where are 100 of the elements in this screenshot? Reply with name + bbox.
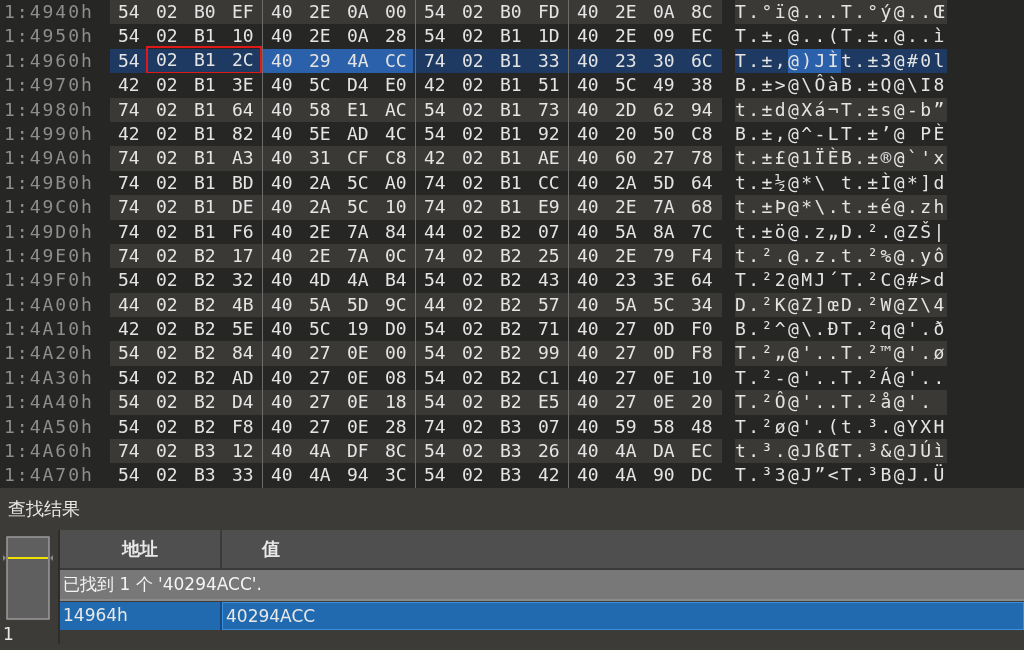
hex-byte[interactable]: 9C [377,292,413,318]
hex-byte[interactable]: 02 [148,0,186,25]
hex-byte[interactable]: 40 [569,121,607,147]
hex-byte[interactable]: 00 [377,0,413,25]
hex-byte[interactable]: B1 [492,24,530,49]
hex-byte[interactable]: EC [683,439,719,464]
hex-byte[interactable]: 42 [110,317,148,342]
hex-byte[interactable]: 79 [645,243,683,269]
hex-byte[interactable]: CF [339,146,377,171]
hex-byte[interactable]: B3 [492,414,530,440]
hex-byte[interactable]: AD [339,121,377,147]
hex-byte[interactable]: 27 [607,390,645,415]
hex-byte[interactable]: 8C [377,439,413,464]
hex-byte[interactable]: 5A [607,292,645,318]
hex-byte[interactable]: 40 [569,268,607,293]
hex-byte[interactable]: 02 [148,73,186,98]
hex-byte[interactable]: B1 [492,48,530,74]
hex-byte[interactable]: B2 [186,292,224,318]
hex-byte[interactable]: 74 [110,195,148,220]
hex-byte[interactable]: D4 [224,390,260,415]
hex-byte[interactable]: B2 [186,317,224,342]
hex-byte[interactable]: 54 [416,439,454,464]
hex-byte[interactable]: 07 [530,414,566,440]
hex-byte[interactable]: 32 [224,268,260,293]
hex-byte[interactable]: B2 [186,365,224,391]
hex-byte[interactable]: 0C [377,243,413,269]
hex-byte[interactable]: B2 [492,292,530,318]
hex-byte[interactable]: 0A [339,24,377,49]
hex-byte[interactable]: CC [377,48,413,74]
hex-byte[interactable]: 7A [339,243,377,269]
hex-byte[interactable]: 40 [263,317,301,342]
hex-byte[interactable]: 40 [569,341,607,366]
hex-byte[interactable]: 68 [683,195,719,220]
hex-byte[interactable]: 40 [569,219,607,244]
hex-byte[interactable]: 02 [454,195,492,220]
hex-byte[interactable]: EC [683,24,719,49]
hex-byte[interactable]: 42 [416,73,454,98]
hex-byte[interactable]: D0 [377,317,413,342]
hex-byte[interactable]: B2 [186,414,224,440]
hex-byte[interactable]: 0E [339,414,377,440]
hex-byte[interactable]: 5C [339,195,377,220]
hex-byte[interactable]: 02 [454,97,492,122]
hex-byte[interactable]: 2E [607,195,645,220]
hex-byte[interactable]: B2 [186,390,224,415]
hex-byte[interactable]: 33 [530,48,566,74]
hex-byte[interactable]: 02 [148,170,186,196]
hex-byte[interactable]: 0A [645,0,683,25]
hex-byte[interactable]: C1 [530,365,566,391]
hex-byte[interactable]: 84 [377,219,413,244]
hex-byte[interactable]: 4A [301,463,339,488]
hex-byte[interactable]: 42 [416,146,454,171]
hex-byte[interactable]: B2 [492,390,530,415]
hex-byte[interactable]: AE [530,146,566,171]
hex-byte[interactable]: B1 [492,121,530,147]
hex-byte[interactable]: 5E [301,121,339,147]
hex-byte[interactable]: 17 [224,243,260,269]
hex-byte[interactable]: 0D [645,317,683,342]
hex-byte[interactable]: 4A [339,48,377,74]
hex-byte[interactable]: 10 [683,365,719,391]
hex-byte[interactable]: 84 [224,341,260,366]
hex-byte[interactable]: F4 [683,243,719,269]
hex-byte[interactable]: 44 [416,219,454,244]
hex-byte[interactable]: 02 [454,0,492,25]
hex-byte[interactable]: 40 [569,0,607,25]
hex-byte[interactable]: 1D [530,24,566,49]
hex-byte[interactable]: 50 [645,121,683,147]
hex-byte[interactable]: 8C [683,0,719,25]
hex-byte[interactable]: DA [645,439,683,464]
overview-gauge[interactable] [3,536,53,620]
hex-byte[interactable]: F8 [683,341,719,366]
hex-byte[interactable]: 74 [416,48,454,74]
hex-byte[interactable]: 4A [339,268,377,293]
hex-byte[interactable]: 27 [301,365,339,391]
hex-byte[interactable]: 18 [377,390,413,415]
hex-byte[interactable]: 28 [377,414,413,440]
hex-byte[interactable]: B2 [492,268,530,293]
hex-byte[interactable]: 6C [683,48,719,74]
hex-byte[interactable]: 54 [416,97,454,122]
hex-byte[interactable]: 54 [110,24,148,49]
hex-byte[interactable]: B1 [186,24,224,49]
hex-byte[interactable]: 20 [683,390,719,415]
hex-byte[interactable]: 2E [301,219,339,244]
hex-byte[interactable]: 02 [454,317,492,342]
hex-byte[interactable]: 40 [263,268,301,293]
hex-byte[interactable]: 5D [645,170,683,196]
hex-byte[interactable]: 51 [530,73,566,98]
hex-byte[interactable]: 4A [301,439,339,464]
hex-byte[interactable]: 02 [148,463,186,488]
hex-byte[interactable]: B0 [492,0,530,25]
hex-byte[interactable]: 5C [339,170,377,196]
hex-byte[interactable]: F6 [224,219,260,244]
hex-byte[interactable]: 27 [301,414,339,440]
hex-byte[interactable]: 5E [224,317,260,342]
hex-byte[interactable]: 2E [301,24,339,49]
hex-byte[interactable]: D4 [339,73,377,98]
hex-byte[interactable]: 40 [263,219,301,244]
hex-byte[interactable]: 40 [569,195,607,220]
hex-byte[interactable]: 0E [339,365,377,391]
hex-byte[interactable]: 02 [454,414,492,440]
hex-byte[interactable]: 20 [607,121,645,147]
